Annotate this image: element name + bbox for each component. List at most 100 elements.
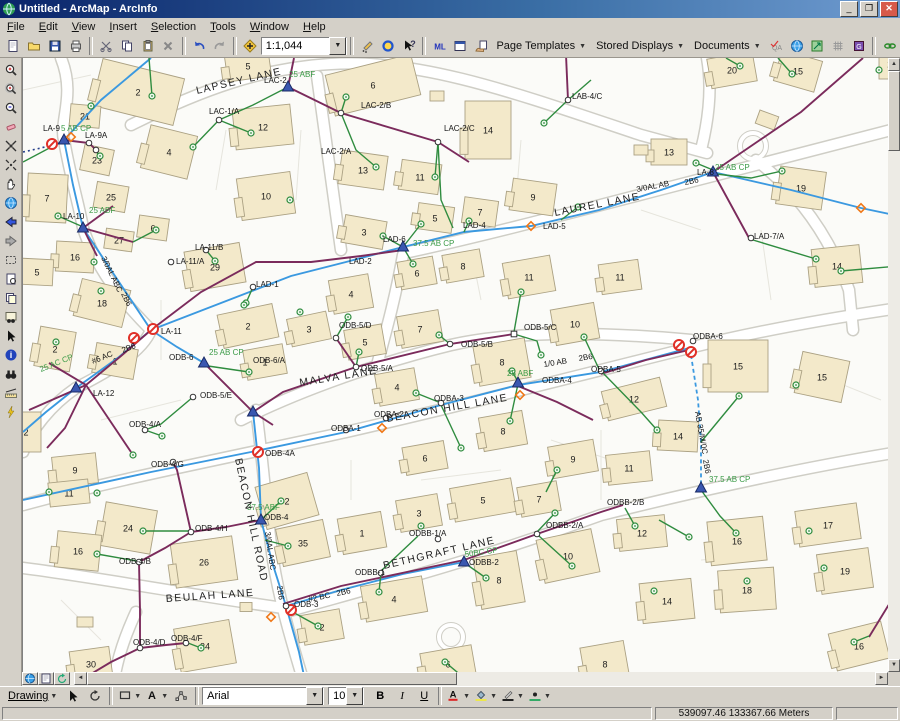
status-message-panel (2, 707, 652, 720)
font-combo[interactable]: Arial▼ (202, 687, 324, 705)
grid-button[interactable] (828, 35, 849, 57)
undo-button[interactable] (189, 35, 210, 57)
copy-button[interactable] (117, 35, 138, 57)
select-elements-tool[interactable] (0, 326, 21, 345)
print-button[interactable] (65, 35, 86, 57)
scale-combo[interactable]: 1:1,044▼ (261, 37, 348, 55)
shape-tool-button[interactable]: ▼ (116, 687, 143, 706)
line-color-button[interactable]: ▼ (499, 687, 526, 706)
building-number: 8 (499, 358, 504, 368)
menu-selection[interactable]: Selection (144, 20, 203, 34)
hyperlink-chain-button[interactable] (879, 35, 900, 57)
font-color-button[interactable]: A▼ (445, 687, 472, 706)
italic-button[interactable]: I (391, 687, 413, 706)
fixed-zoom-out-tool[interactable] (0, 155, 21, 174)
font-size-combo[interactable]: 10▼ (328, 687, 364, 705)
vscroll-thumb[interactable] (888, 71, 900, 151)
map-label: ODB-4 (264, 513, 289, 522)
layout-view-button[interactable] (38, 672, 54, 685)
bold-button[interactable]: B (369, 687, 391, 706)
open-button[interactable] (24, 35, 45, 57)
hyperlink-tool[interactable] (0, 402, 21, 421)
data-frame-button[interactable] (807, 35, 828, 57)
caret-down-icon[interactable]: ▼ (329, 37, 346, 55)
zoom-in-tool[interactable] (0, 60, 21, 79)
scroll-up-button[interactable]: ▲ (888, 58, 900, 71)
extension-button[interactable]: G (849, 35, 870, 57)
horizontal-scrollbar[interactable]: ◄ ► (22, 672, 888, 686)
building-number: 16 (732, 537, 742, 547)
underline-button[interactable]: U (413, 687, 435, 706)
ml-tool-button[interactable]: ML (429, 35, 450, 57)
overview-window-button[interactable] (450, 35, 471, 57)
select-graphics-tool[interactable] (0, 269, 21, 288)
vertical-scrollbar[interactable]: ▲ ▼ (888, 58, 900, 672)
whats-this-button[interactable]: ? (399, 35, 420, 57)
restore-button[interactable]: ❐ (860, 1, 878, 17)
hscroll-thumb[interactable] (87, 672, 457, 685)
menu-help[interactable]: Help (296, 20, 333, 34)
scroll-left-button[interactable]: ◄ (74, 672, 87, 685)
svg-text:i: i (9, 350, 12, 360)
save-button[interactable] (44, 35, 65, 57)
menu-view[interactable]: View (65, 20, 103, 34)
delete-button[interactable] (158, 35, 179, 57)
fill-color-button[interactable]: ▼ (472, 687, 499, 706)
redo-button[interactable] (209, 35, 230, 57)
globe-button[interactable] (786, 35, 807, 57)
editor-toolbar-button[interactable] (357, 35, 378, 57)
identify-tool[interactable]: i (0, 345, 21, 364)
zoom-to-selection-tool[interactable] (0, 288, 21, 307)
zoom-in-centered-tool[interactable] (0, 79, 21, 98)
minimize-button[interactable]: _ (840, 1, 858, 17)
caret-down-icon: ▼ (517, 693, 524, 700)
page-hand-button[interactable] (471, 35, 492, 57)
dropdown-stored-displays[interactable]: Stored Displays▼ (591, 35, 689, 57)
new-document[interactable] (3, 35, 24, 57)
edit-vertices-button[interactable] (170, 687, 192, 706)
menu-tools[interactable]: Tools (203, 20, 243, 34)
caret-down-icon[interactable]: ▼ (346, 687, 363, 705)
cut-button[interactable] (96, 35, 117, 57)
select-by-rectangle-tool[interactable] (0, 250, 21, 269)
launch-button[interactable] (378, 35, 399, 57)
marker-color-button[interactable]: ▼ (526, 687, 553, 706)
menu-insert[interactable]: Insert (102, 20, 144, 34)
text-tool-button[interactable]: A▼ (143, 687, 170, 706)
forward-extent-tool[interactable] (0, 231, 21, 250)
back-extent-tool[interactable] (0, 212, 21, 231)
select-elements-button[interactable] (62, 687, 84, 706)
attributes-tool[interactable] (0, 307, 21, 326)
scroll-right-button[interactable]: ► (875, 672, 888, 685)
menu-file[interactable]: File (0, 20, 32, 34)
dropdown-page-templates[interactable]: Page Templates▼ (491, 35, 591, 57)
building-number: 8 (496, 576, 501, 586)
building-number: 11 (524, 273, 533, 283)
menu-edit[interactable]: Edit (32, 20, 65, 34)
menu-window[interactable]: Window (243, 20, 296, 34)
pan-tool[interactable] (0, 174, 21, 193)
map-label: LA-10 (63, 212, 85, 221)
scroll-down-button[interactable]: ▼ (888, 659, 900, 672)
zoom-out-tool[interactable] (0, 98, 21, 117)
qa-button[interactable]: QA (766, 35, 787, 57)
data-view-button[interactable] (22, 672, 38, 685)
paste-button[interactable] (137, 35, 158, 57)
map-canvas[interactable]: 2562123412141320151519725101311397516627… (23, 58, 888, 672)
symbol-jct (216, 117, 222, 123)
dropdown-documents[interactable]: Documents▼ (689, 35, 766, 57)
drawing-menu-button[interactable]: Drawing▼ (3, 687, 62, 706)
refresh-view-button[interactable] (54, 672, 70, 685)
find-tool[interactable] (0, 364, 21, 383)
caret-down-icon[interactable]: ▼ (306, 687, 323, 705)
fixed-zoom-in-tool[interactable] (0, 136, 21, 155)
rotate-button[interactable] (84, 687, 106, 706)
erase-tool[interactable] (0, 117, 21, 136)
measure-tool[interactable] (0, 383, 21, 402)
arcmap-window: Untitled - ArcMap - ArcInfo _ ❐ ✕ FileEd… (0, 0, 900, 721)
map-view[interactable]: 2562123412141320151519725101311397516627… (22, 58, 888, 672)
full-extent-tool[interactable] (0, 193, 21, 212)
symbol-svc (552, 510, 558, 516)
add-data-button[interactable] (240, 35, 261, 57)
close-button[interactable]: ✕ (880, 1, 898, 17)
